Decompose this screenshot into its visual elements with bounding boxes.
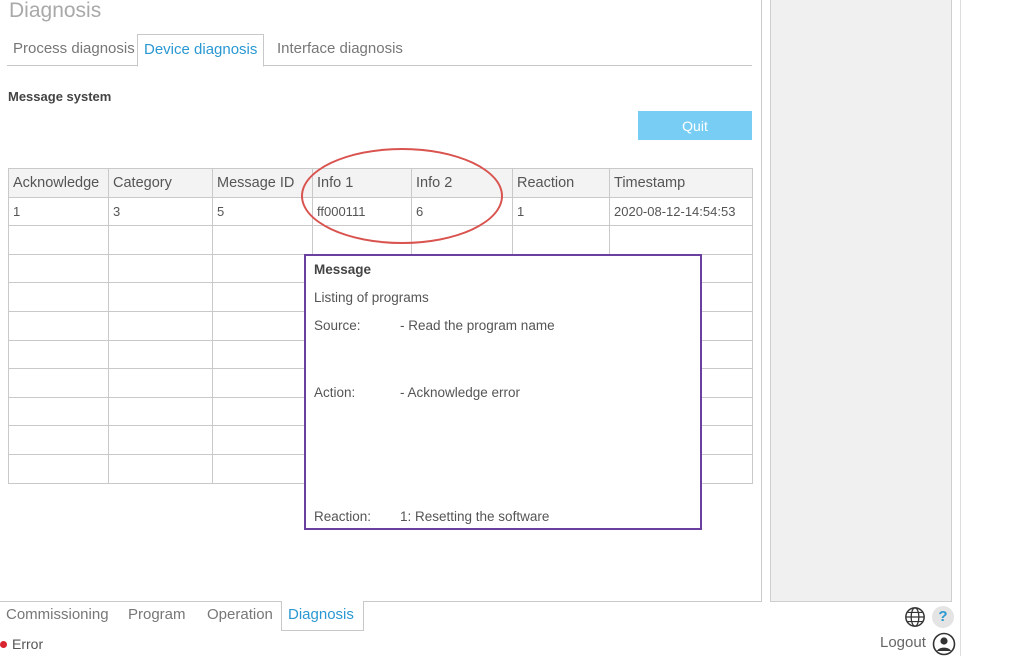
tab-device-diagnosis[interactable]: Device diagnosis (137, 34, 265, 67)
divider (960, 0, 961, 656)
col-message-id[interactable]: Message ID (212, 168, 313, 198)
tab-interface-diagnosis[interactable]: Interface diagnosis (271, 34, 409, 66)
nav-tab-operation[interactable]: Operation (201, 601, 279, 631)
tab-process-diagnosis[interactable]: Process diagnosis (7, 34, 141, 66)
quit-button[interactable]: Quit (638, 111, 752, 140)
col-acknowledge[interactable]: Acknowledge (8, 168, 109, 198)
col-timestamp[interactable]: Timestamp (609, 168, 753, 198)
cell-info1: ff000111 (312, 196, 412, 227)
status-text: Error (12, 636, 44, 652)
diagnosis-tabs: Process diagnosis Device diagnosis Inter… (7, 34, 752, 67)
logout-link[interactable]: Logout (880, 634, 926, 651)
cell-acknowledge: 1 (8, 196, 109, 227)
col-reaction[interactable]: Reaction (512, 168, 610, 198)
nav-tab-commissioning[interactable]: Commissioning (0, 601, 115, 631)
message-detail-popup: Message Listing of programs Source: - Re… (304, 254, 702, 530)
nav-tab-program[interactable]: Program (122, 601, 192, 631)
col-info2[interactable]: Info 2 (411, 168, 513, 198)
popup-source-label: Source: (314, 318, 361, 333)
cell-category: 3 (108, 196, 213, 227)
popup-reaction-value: 1: Resetting the software (400, 509, 550, 524)
popup-message-text: Listing of programs (314, 290, 429, 305)
section-title: Message system (8, 89, 112, 104)
cell-message-id: 5 (212, 196, 313, 227)
error-dot-icon (0, 640, 7, 648)
col-info1[interactable]: Info 1 (312, 168, 412, 198)
col-category[interactable]: Category (108, 168, 213, 198)
popup-action-value: - Acknowledge error (400, 385, 521, 400)
cell-timestamp: 2020-08-12-14:54:53 (609, 196, 753, 227)
status-indicator: Error (0, 636, 43, 652)
table-header-row: Acknowledge Category Message ID Info 1 I… (8, 168, 753, 198)
user-icon[interactable] (932, 632, 956, 656)
globe-icon[interactable] (904, 606, 926, 628)
side-panel (770, 0, 952, 602)
table-row[interactable]: 1 3 5 ff000111 6 1 2020-08-12-14:54:53 (8, 196, 753, 227)
nav-tab-diagnosis[interactable]: Diagnosis (281, 601, 364, 631)
page-title: Diagnosis (9, 0, 102, 22)
popup-reaction-label: Reaction: (314, 509, 372, 524)
table-row[interactable] (8, 225, 753, 255)
popup-source-value: - Read the program name (400, 318, 555, 333)
popup-title: Message (314, 262, 372, 277)
cell-info2: 6 (411, 196, 513, 227)
popup-action-label: Action: (314, 385, 356, 400)
cell-reaction: 1 (512, 196, 610, 227)
help-icon[interactable]: ? (932, 606, 954, 628)
